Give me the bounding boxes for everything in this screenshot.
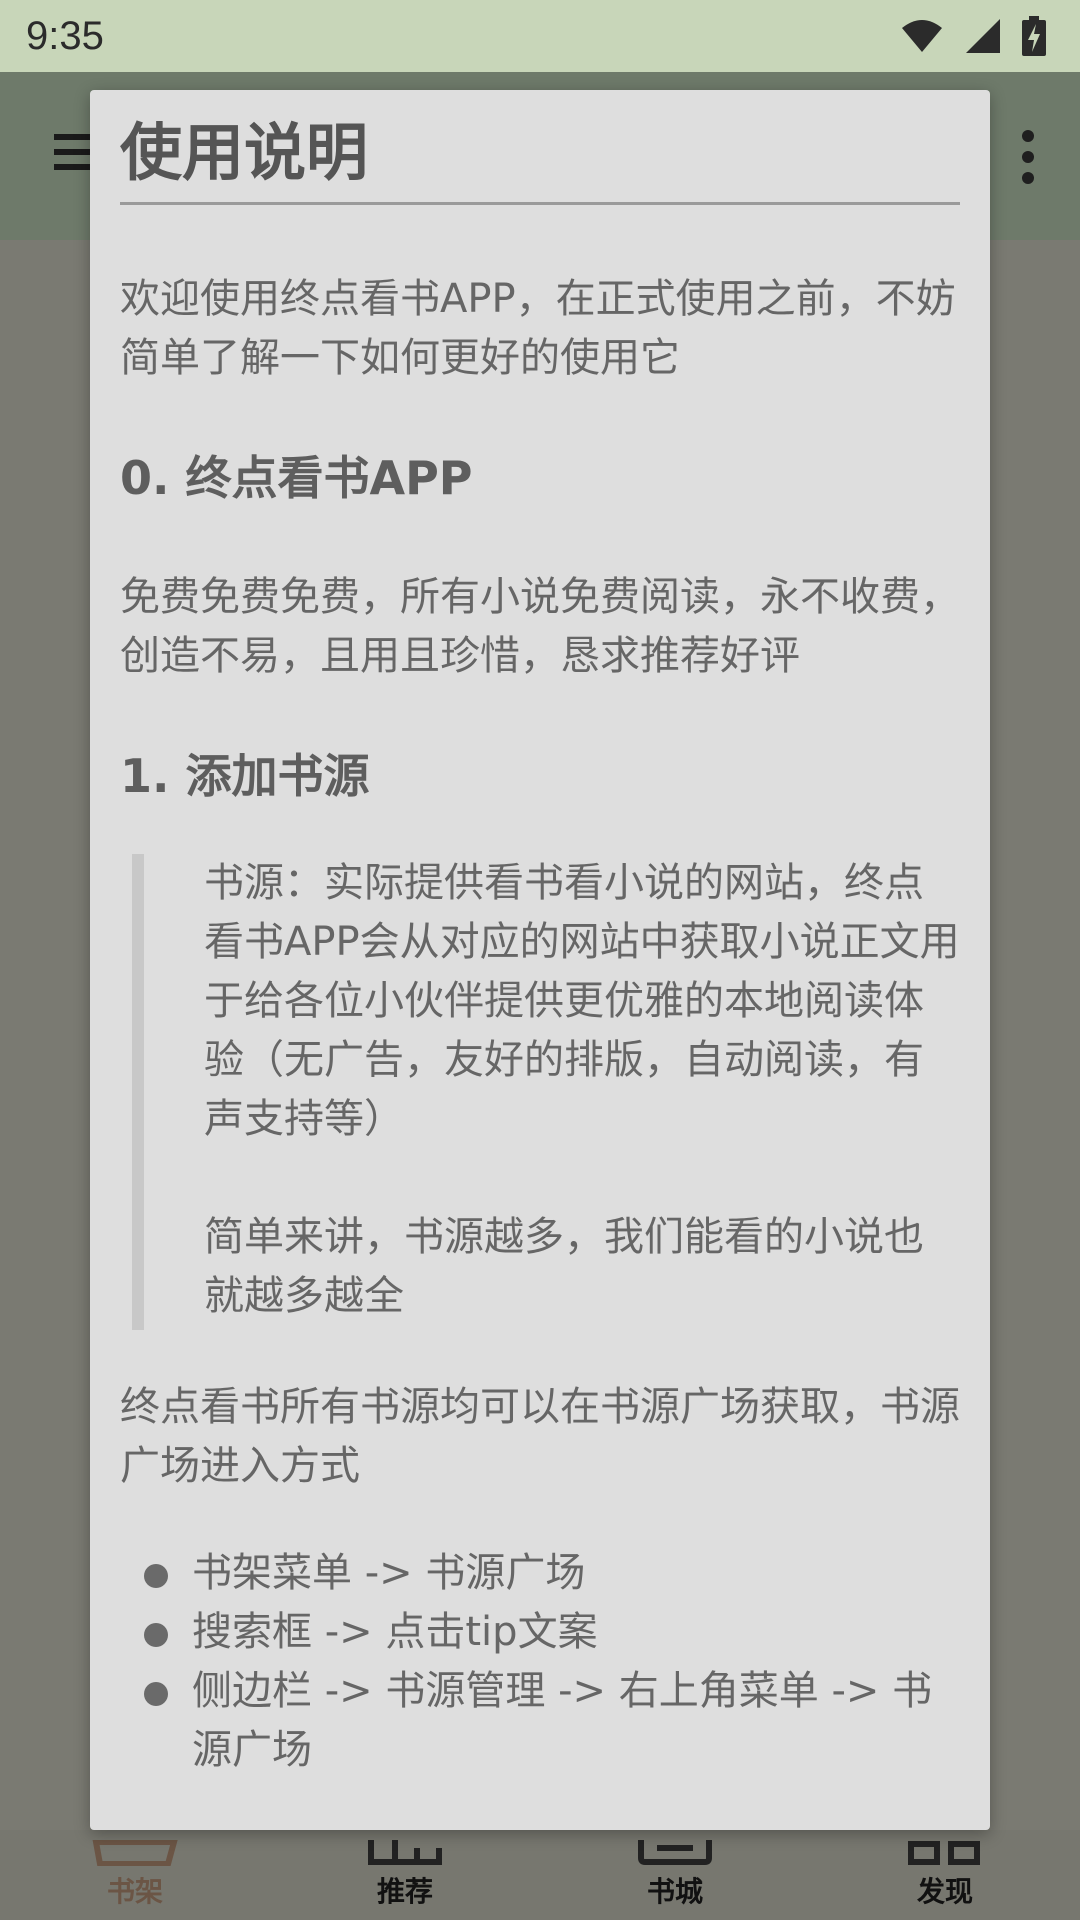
- section-1-heading: 1. 添加书源: [120, 749, 370, 803]
- bullet-icon: [144, 1623, 168, 1647]
- cellular-signal-icon: [966, 19, 1000, 53]
- book-source-blockquote: 书源：实际提供看书看小说的网站，终点看书APP会从对应的网站中获取小说正文用于给…: [132, 854, 960, 1330]
- bottom-nav: 书架 推荐 书城 发现: [0, 1830, 1080, 1920]
- bullet-icon: [144, 1682, 168, 1706]
- status-icons: [900, 16, 1046, 56]
- nav-item-discover[interactable]: 发现: [865, 1840, 1025, 1910]
- more-vert-icon[interactable]: [1022, 130, 1036, 193]
- status-bar: 9:35: [0, 0, 1080, 72]
- nav-item-bookstore[interactable]: 书城: [595, 1840, 755, 1910]
- intro-paragraph: 欢迎使用终点看书APP，在正式使用之前，不妨简单了解一下如何更好的使用它: [120, 276, 956, 381]
- bookstore-icon: [638, 1840, 712, 1865]
- bullet-icon: [144, 1564, 168, 1588]
- list-item: 书架菜单 -> 书源广场: [120, 1544, 960, 1603]
- access-methods-list: 书架菜单 -> 书源广场 搜索框 -> 点击tip文案 侧边栏 -> 书源管理 …: [120, 1544, 960, 1780]
- nav-label-recommend: 推荐: [376, 1875, 433, 1908]
- section-0-paragraph: 免费免费免费，所有小说免费阅读，永不收费，创造不易，且用且珍惜，恳求推荐好评: [120, 574, 960, 679]
- quote-paragraph-1: 书源：实际提供看书看小说的网站，终点看书APP会从对应的网站中获取小说正文用于给…: [204, 860, 960, 1142]
- usage-instructions-dialog: 使用说明 欢迎使用终点看书APP，在正式使用之前，不妨简单了解一下如何更好的使用…: [90, 90, 990, 1830]
- nav-item-recommend[interactable]: 推荐: [325, 1840, 485, 1910]
- discover-icon: [908, 1841, 980, 1865]
- nav-label-bookshelf: 书架: [106, 1875, 163, 1908]
- list-item: 搜索框 -> 点击tip文案: [120, 1603, 960, 1662]
- nav-label-discover: 发现: [916, 1875, 973, 1908]
- bookshelf-icon: [92, 1840, 178, 1866]
- nav-label-bookstore: 书城: [646, 1875, 703, 1908]
- after-quote-paragraph: 终点看书所有书源均可以在书源广场获取，书源广场进入方式: [120, 1384, 960, 1489]
- status-time: 9:35: [26, 13, 104, 58]
- dialog-content[interactable]: 欢迎使用终点看书APP，在正式使用之前，不妨简单了解一下如何更好的使用它 0. …: [120, 270, 960, 1780]
- quote-paragraph-2: 简单来讲，书源越多，我们能看的小说也就越多越全: [204, 1214, 924, 1319]
- section-0-heading: 0. 终点看书APP: [120, 451, 473, 505]
- battery-charging-icon: [1022, 16, 1046, 56]
- nav-item-bookshelf[interactable]: 书架: [55, 1840, 215, 1910]
- list-item: 侧边栏 -> 书源管理 -> 右上角菜单 -> 书源广场: [120, 1662, 960, 1780]
- menu-icon[interactable]: [54, 134, 94, 170]
- wifi-icon: [902, 20, 942, 52]
- dialog-title: 使用说明: [120, 116, 960, 206]
- recommend-icon: [368, 1840, 442, 1865]
